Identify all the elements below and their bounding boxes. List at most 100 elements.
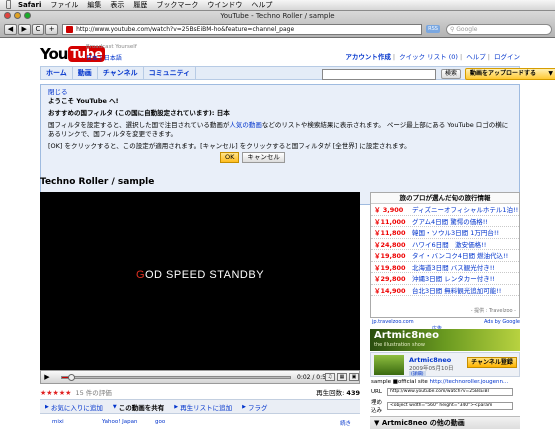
menu-file[interactable]: ファイル: [50, 0, 78, 10]
official-site-link[interactable]: http://technoroller.jougenn...: [430, 379, 509, 385]
slogan-rest: OD SPEED STANDBY: [145, 269, 265, 281]
channel-details-button[interactable]: (詳細): [409, 371, 426, 377]
share-yahoo-link[interactable]: Yahoo! Japan: [102, 419, 137, 425]
ad-row[interactable]: ￥19,800 タイ・バンコク4日間 燃油代込!!: [371, 250, 519, 262]
channel-name-link[interactable]: Artmic8neo: [409, 356, 451, 364]
menu-view[interactable]: 表示: [110, 0, 124, 10]
ad-price: ￥11,800: [374, 229, 406, 238]
embed-label: 埋め込み: [371, 400, 383, 414]
share-more-link[interactable]: 続き: [340, 419, 351, 427]
add-bookmark-button[interactable]: +: [45, 23, 59, 35]
menu-app-safari[interactable]: Safari: [18, 1, 41, 9]
tagline: Broadcast Yourself: [86, 44, 137, 50]
nav-channels[interactable]: チャンネル: [98, 67, 144, 79]
help-link[interactable]: ヘルプ: [466, 53, 486, 61]
share-mixi-link[interactable]: mixi: [52, 419, 64, 425]
menu-bookmarks[interactable]: ブックマーク: [156, 0, 198, 10]
main-nav: ホーム 動画 チャンネル コミュニティ 検索 動画をアップロードする ▼: [40, 66, 555, 80]
forward-button[interactable]: ▶: [17, 23, 31, 35]
view-count: 再生回数: 439: [316, 387, 360, 397]
menu-edit[interactable]: 編集: [87, 0, 101, 10]
cancel-button[interactable]: キャンセル: [242, 152, 285, 163]
ad-text: 台北3日間 無料観光追加可能!!: [412, 286, 502, 295]
menu-history[interactable]: 履歴: [133, 0, 147, 10]
nav-home[interactable]: ホーム: [41, 67, 73, 79]
address-bar[interactable]: http://www.youtube.com/watch?v=25BsEiBM-…: [62, 23, 423, 35]
share-goo-link[interactable]: goo: [155, 419, 165, 425]
browser-toolbar: ◀ ▶ C + http://www.youtube.com/watch?v=2…: [4, 23, 552, 35]
fullscreen-icon[interactable]: ▣: [349, 373, 359, 381]
create-account-link[interactable]: アカウント作成: [345, 53, 391, 61]
play-icon[interactable]: ▶: [41, 373, 53, 381]
reload-button[interactable]: C: [31, 23, 45, 35]
video-description: sample ■official site http://technorolle…: [371, 379, 508, 385]
ad-row[interactable]: ￥19,800 北海道3日間 バス観光付き!!: [371, 262, 519, 273]
ad-source-link[interactable]: jp.travelzoo.com: [372, 319, 414, 325]
hq-icon[interactable]: ▦: [337, 373, 347, 381]
site-search-input[interactable]: [322, 69, 436, 80]
url-row: URL http://www.youtube.com/watch?v=25BsE…: [371, 388, 513, 396]
channel-box: Artmic8neo 2009年05月10日 (詳細) チャンネル登録: [370, 352, 520, 377]
menu-window[interactable]: ウインドウ: [207, 0, 242, 10]
add-to-favorites-link[interactable]: お気に入りに追加: [51, 402, 103, 412]
ok-button[interactable]: OK: [220, 152, 240, 163]
ok-explanation: [OK] をクリックすると、この設定が適用されます。[キャンセル] をクリックす…: [48, 142, 411, 150]
apple-menu-icon[interactable]: : [6, 0, 18, 10]
travel-ad: 旅のプロが選んだ旬の旅行情報 ￥ 3,900 ディズニーオフィシャルホテル1泊!!…: [370, 192, 520, 318]
progress-handle[interactable]: [68, 374, 76, 381]
views-value: 439: [346, 389, 360, 397]
window-title: YouTube - Techno Roller / sample: [220, 12, 335, 20]
avatar[interactable]: [374, 355, 404, 375]
url-field[interactable]: http://www.youtube.com/watch?v=25BsEiBl: [387, 388, 513, 396]
progress-bar[interactable]: [61, 374, 291, 381]
arrow-icon: ▶: [174, 403, 179, 410]
nav-community[interactable]: コミュニティ: [144, 67, 197, 79]
notice-close-link[interactable]: 閉じる: [48, 88, 512, 97]
ad-footer: - 提供 : Travelzoo -: [470, 308, 516, 314]
video-frame-text: GOD SPEED STANDBY: [40, 269, 360, 281]
share-video-link[interactable]: この動画を共有: [119, 402, 165, 412]
upload-button[interactable]: 動画をアップロードする ▼: [465, 68, 555, 80]
rss-button[interactable]: RSS: [426, 25, 440, 33]
channel-banner[interactable]: Artmic8neo the illustration show: [370, 329, 520, 351]
subscribe-button[interactable]: チャンネル登録: [467, 357, 517, 368]
ad-text: 韓国・ソウル3日間 1万円台!!: [412, 229, 500, 238]
ad-row[interactable]: ￥11,000 グアム4日間 驚愕の価格!!: [371, 216, 519, 227]
embed-row: 埋め込み <object width="560" height="340"><p…: [371, 398, 513, 414]
ad-price: ￥19,800: [374, 252, 406, 261]
explanation-text-a: 国フィルタを設定すると、選択した国で注目されている動画が: [48, 121, 230, 129]
menu-help[interactable]: ヘルプ: [251, 0, 272, 10]
ad-row[interactable]: ￥14,900 台北3日間 無料観光追加可能!!: [371, 285, 519, 296]
logo-you: You: [40, 45, 68, 63]
filter-explanation: 国フィルタを設定すると、選択した国で注目されている動画が人気の動画などのリストや…: [48, 121, 512, 139]
back-button[interactable]: ◀: [4, 23, 17, 35]
rating-stars[interactable]: ★★★★★: [40, 389, 71, 397]
ad-price: ￥24,800: [374, 240, 406, 249]
banner-subtitle: the illustration show: [374, 342, 425, 348]
youtube-favicon-icon: [66, 25, 74, 33]
ad-row[interactable]: ￥11,800 韓国・ソウル3日間 1万円台!!: [371, 227, 519, 239]
share-links: mixi Yahoo! Japan goo 続き: [40, 417, 360, 427]
nav-videos[interactable]: 動画: [73, 67, 98, 79]
search-button[interactable]: 検索: [441, 69, 462, 79]
ads-by-google-link[interactable]: Ads by Google: [484, 319, 520, 325]
popular-videos-link[interactable]: 人気の動画: [229, 121, 262, 129]
more-videos-header[interactable]: ▼ Artmic8neo の他の動画: [370, 416, 520, 429]
slogan-first-letter: G: [135, 269, 145, 281]
video-player[interactable]: GOD SPEED STANDBY: [40, 192, 360, 370]
flag-link[interactable]: フラグ: [248, 402, 268, 412]
add-to-playlist-link[interactable]: 再生リストに追加: [180, 402, 232, 412]
ad-price: ￥ 3,900: [374, 206, 404, 215]
google-search-field[interactable]: ⚲ Google: [445, 23, 552, 35]
ad-text: グアム4日間 驚愕の価格!!: [412, 217, 488, 226]
ad-links: jp.travelzoo.com Ads by Google 広告: [372, 319, 520, 332]
quick-list-link[interactable]: クイック リスト (0): [399, 53, 458, 61]
ad-row[interactable]: ￥24,800 ハワイ6日間 激安価格!!: [371, 239, 519, 250]
country-language-link[interactable]: 日本 | 日本語: [86, 53, 122, 62]
ad-row[interactable]: ￥29,800 沖縄3日間 レンタカー付き!!: [371, 273, 519, 285]
volume-icon[interactable]: ♫: [325, 373, 335, 381]
ad-row[interactable]: ￥ 3,900 ディズニーオフィシャルホテル1泊!!: [371, 204, 519, 216]
login-link[interactable]: ログイン: [494, 53, 520, 61]
address-text: http://www.youtube.com/watch?v=25BsEiBM-…: [76, 25, 295, 33]
embed-field[interactable]: <object width="560" height="340"><param: [387, 402, 513, 410]
